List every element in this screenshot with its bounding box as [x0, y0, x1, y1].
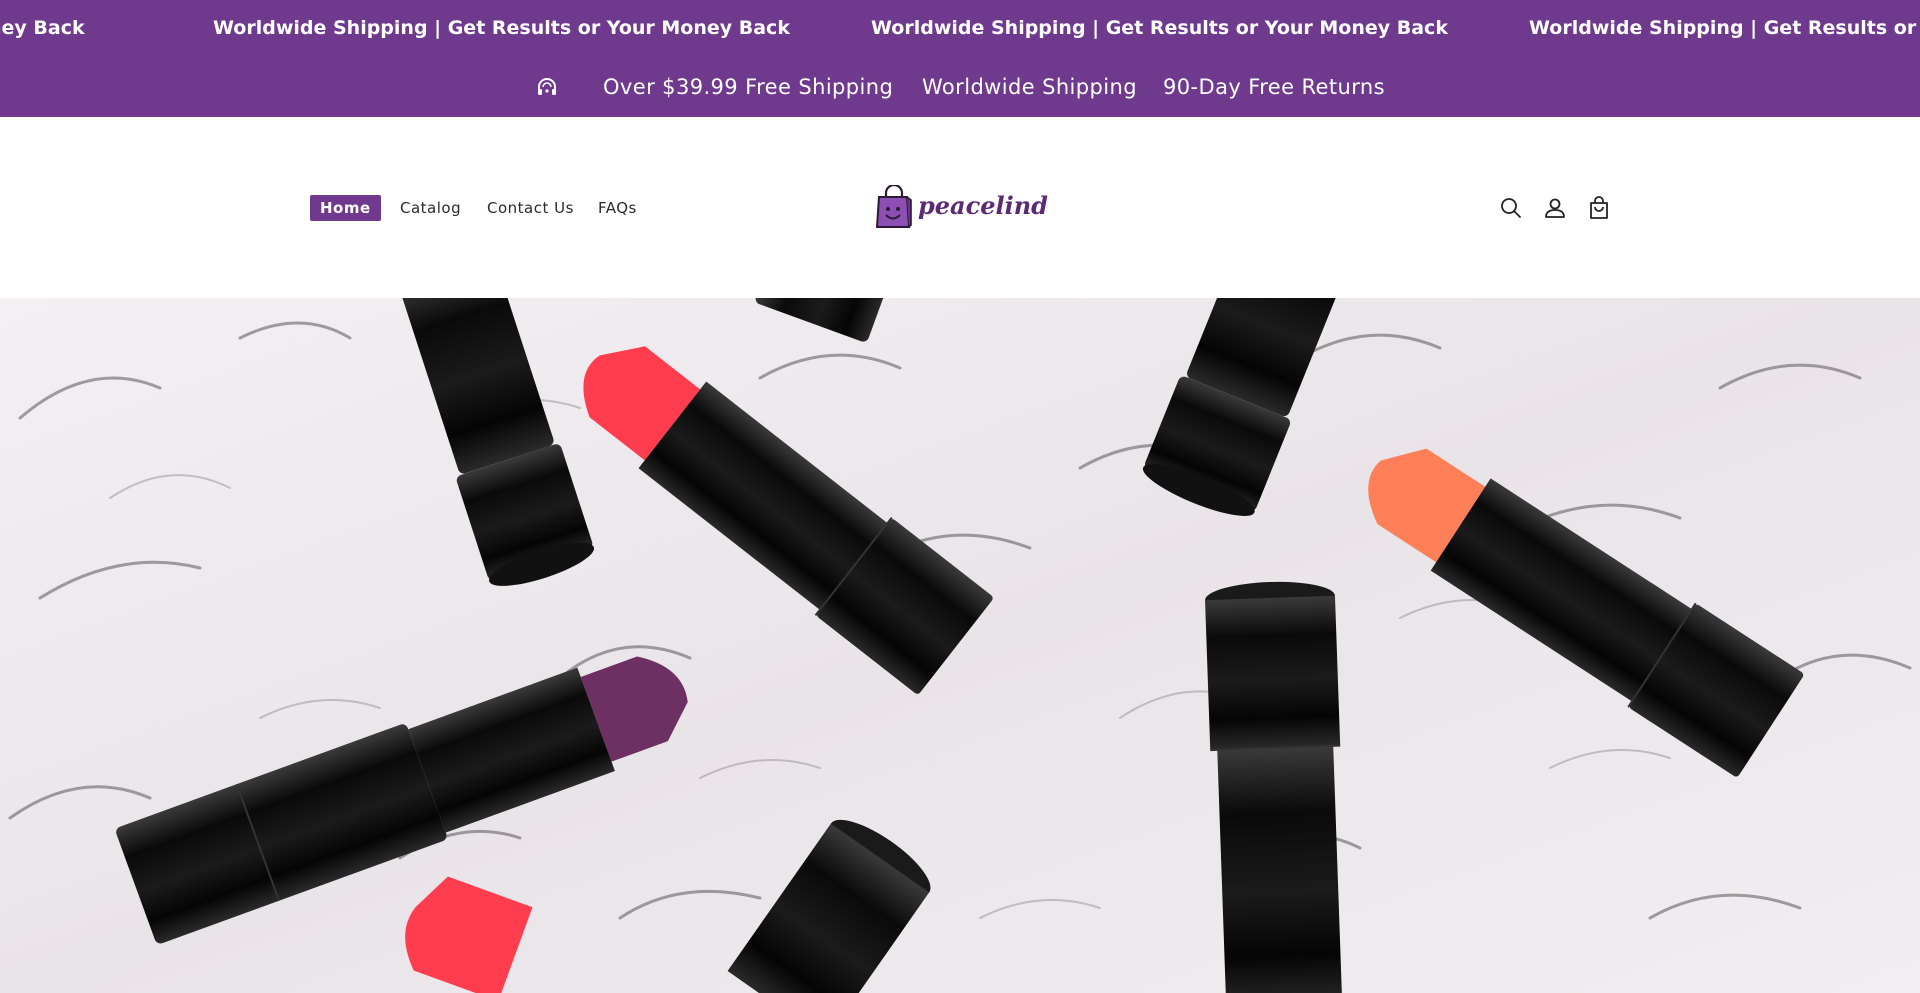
- nav-faqs[interactable]: FAQs: [598, 195, 637, 221]
- shopping-bag-smile-icon: [876, 185, 912, 228]
- headset-icon: [538, 78, 556, 95]
- marquee-text: Worldwide Shipping | Get Results or Your…: [871, 17, 1448, 39]
- search-icon[interactable]: [1498, 195, 1524, 221]
- site-logo[interactable]: peacelind: [876, 185, 1048, 229]
- announcement-worldwide: Worldwide Shipping: [922, 75, 1137, 99]
- announcement-bar: Over $39.99 Free Shipping Worldwide Ship…: [0, 58, 1920, 117]
- announcement-returns: 90-Day Free Returns: [1163, 75, 1385, 99]
- hero-image: [0, 298, 1920, 993]
- site-header: Home Catalog Contact Us FAQs peacelind: [0, 117, 1920, 298]
- marquee-text: ney Back: [0, 17, 85, 39]
- logo-wordmark: peacelind: [918, 191, 1048, 220]
- announcement-free-shipping: Over $39.99 Free Shipping: [603, 75, 894, 99]
- marquee-text: Worldwide Shipping | Get Results or Yo: [1529, 17, 1920, 39]
- cart-icon[interactable]: [1586, 195, 1612, 221]
- nav-home[interactable]: Home: [310, 195, 381, 221]
- lipsticks-on-fur-image: [0, 298, 1920, 993]
- marquee-bar: ney Back Worldwide Shipping | Get Result…: [0, 0, 1920, 58]
- nav-contact-us[interactable]: Contact Us: [487, 195, 574, 221]
- account-icon[interactable]: [1542, 195, 1568, 221]
- marquee-text: Worldwide Shipping | Get Results or Your…: [213, 17, 790, 39]
- nav-catalog[interactable]: Catalog: [400, 195, 461, 221]
